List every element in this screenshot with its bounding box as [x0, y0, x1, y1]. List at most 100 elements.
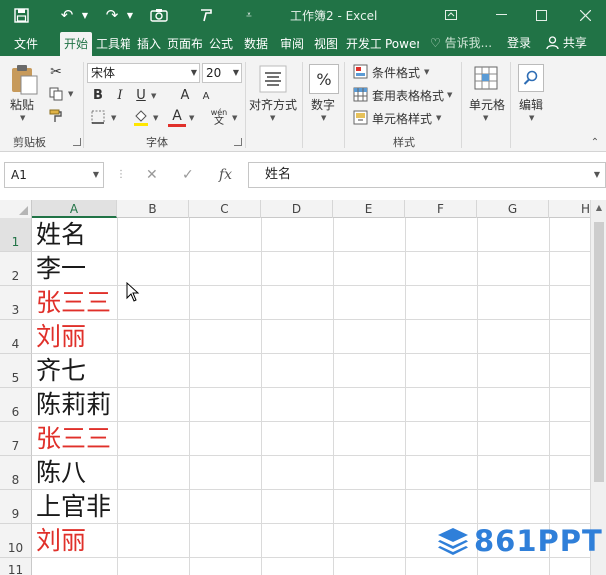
scrollbar-thumb[interactable]: [594, 222, 604, 482]
underline-dropdown-icon[interactable]: ▼: [151, 92, 156, 100]
redo-dropdown-icon[interactable]: ▼: [124, 0, 136, 30]
format-painter-icon[interactable]: [47, 108, 65, 124]
worksheet-grid[interactable]: A B C D E F G H 1 2 3 4 5 6 7 8 9 10 11 …: [0, 200, 606, 575]
tab-file[interactable]: 文件: [6, 32, 46, 56]
grow-font-icon[interactable]: A: [178, 87, 192, 103]
login-button[interactable]: 登录: [507, 32, 531, 54]
column-header-d[interactable]: D: [261, 200, 333, 218]
underline-icon[interactable]: U: [134, 87, 148, 103]
font-size-dropdown-icon[interactable]: ▼: [233, 64, 239, 82]
formula-bar-grip-icon[interactable]: ⋮: [116, 162, 126, 188]
font-color-icon[interactable]: A: [168, 107, 186, 127]
tell-me-search[interactable]: ♡ 告诉我...: [430, 32, 492, 54]
cell-a7[interactable]: 张三三: [36, 422, 111, 456]
collapse-ribbon-icon[interactable]: ⌃: [588, 136, 602, 148]
scroll-up-icon[interactable]: ▲: [591, 203, 606, 212]
share-button[interactable]: 共享: [546, 32, 587, 54]
formula-input[interactable]: 姓名 ▼: [248, 162, 606, 188]
fill-color-dropdown-icon[interactable]: ▼: [153, 114, 158, 122]
format-painter-quick-icon[interactable]: [194, 0, 218, 30]
cell-a5[interactable]: 齐七: [36, 354, 86, 388]
font-launcher-icon[interactable]: [234, 138, 242, 146]
border-dropdown-icon[interactable]: ▼: [111, 114, 116, 122]
maximize-icon[interactable]: [526, 0, 556, 30]
editing-label[interactable]: 编辑: [519, 96, 543, 113]
cells-icon[interactable]: [472, 64, 500, 92]
camera-icon[interactable]: [146, 0, 172, 30]
conditional-format-icon[interactable]: [352, 63, 368, 79]
conditional-format-dropdown-icon[interactable]: ▼: [424, 68, 429, 76]
cell-a9[interactable]: 上官非: [36, 490, 111, 524]
paste-icon[interactable]: [8, 64, 40, 96]
row-header[interactable]: 4: [0, 320, 32, 354]
save-icon[interactable]: [8, 0, 34, 30]
format-as-table-dropdown-icon[interactable]: ▼: [447, 91, 452, 99]
format-as-table-icon[interactable]: [352, 86, 368, 102]
border-icon[interactable]: [90, 109, 106, 125]
number-format-icon[interactable]: %: [309, 64, 339, 94]
row-header[interactable]: 3: [0, 286, 32, 320]
font-name-combo[interactable]: 宋体 ▼: [87, 63, 200, 83]
row-header[interactable]: 8: [0, 456, 32, 490]
tab-toolbox[interactable]: 工具箱: [96, 32, 130, 56]
format-as-table-label[interactable]: 套用表格格式: [372, 87, 444, 104]
tab-data[interactable]: 数据: [241, 32, 271, 56]
cell-a10[interactable]: 刘丽: [36, 524, 86, 558]
customize-qat-icon[interactable]: ⩡: [240, 0, 258, 30]
cell-a6[interactable]: 陈莉莉: [36, 388, 111, 422]
cell-a1[interactable]: 姓名: [36, 218, 86, 252]
fill-color-icon[interactable]: [132, 108, 150, 126]
column-header-f[interactable]: F: [405, 200, 477, 218]
cells-dropdown-icon[interactable]: ▼: [483, 114, 488, 122]
tab-home[interactable]: 开始: [60, 32, 92, 56]
column-header-a[interactable]: A: [32, 200, 117, 218]
row-header[interactable]: 5: [0, 354, 32, 388]
row-header[interactable]: 2: [0, 252, 32, 286]
confirm-entry-icon[interactable]: ✓: [182, 162, 194, 188]
editing-search-icon[interactable]: [518, 64, 544, 92]
italic-icon[interactable]: I: [113, 87, 127, 103]
ribbon-display-icon[interactable]: [436, 0, 466, 30]
row-header[interactable]: 6: [0, 388, 32, 422]
copy-icon[interactable]: [47, 86, 65, 102]
cell-styles-label[interactable]: 单元格样式: [372, 110, 432, 127]
cell-styles-dropdown-icon[interactable]: ▼: [436, 114, 441, 122]
alignment-label[interactable]: 对齐方式: [249, 96, 297, 113]
cancel-entry-icon[interactable]: ✕: [146, 162, 158, 188]
column-header-c[interactable]: C: [189, 200, 261, 218]
minimize-icon[interactable]: [486, 0, 516, 30]
shrink-font-icon[interactable]: A: [200, 89, 212, 103]
tab-insert[interactable]: 插入: [134, 32, 164, 56]
cell-a2[interactable]: 李一: [36, 252, 86, 286]
column-header-b[interactable]: B: [117, 200, 189, 218]
copy-dropdown-icon[interactable]: ▼: [68, 90, 73, 98]
font-size-combo[interactable]: 20 ▼: [202, 63, 242, 83]
tab-page-layout[interactable]: 页面布局: [167, 32, 202, 56]
cell-a3[interactable]: 张三三: [36, 286, 111, 320]
expand-formula-icon[interactable]: ▼: [594, 163, 600, 187]
vertical-scrollbar[interactable]: ▲: [590, 200, 606, 575]
bold-icon[interactable]: B: [91, 87, 105, 103]
cells-label[interactable]: 单元格: [469, 96, 505, 113]
column-header-g[interactable]: G: [477, 200, 549, 218]
undo-dropdown-icon[interactable]: ▼: [79, 0, 91, 30]
row-header[interactable]: 11: [0, 558, 32, 575]
cell-styles-icon[interactable]: [352, 109, 368, 125]
tab-power[interactable]: Power: [385, 32, 419, 56]
conditional-format-label[interactable]: 条件格式: [372, 64, 420, 81]
editing-dropdown-icon[interactable]: ▼: [529, 114, 534, 122]
phonetic-dropdown-icon[interactable]: ▼: [232, 114, 237, 122]
paste-dropdown-icon[interactable]: ▼: [20, 114, 25, 122]
font-name-dropdown-icon[interactable]: ▼: [191, 64, 197, 82]
name-box-dropdown-icon[interactable]: ▼: [93, 163, 99, 187]
insert-function-icon[interactable]: fx: [219, 162, 232, 188]
alignment-dropdown-icon[interactable]: ▼: [270, 114, 275, 122]
row-header[interactable]: 7: [0, 422, 32, 456]
tab-developer[interactable]: 开发工具: [346, 32, 381, 56]
cell-a4[interactable]: 刘丽: [36, 320, 86, 354]
row-header[interactable]: 1: [0, 218, 32, 252]
close-icon[interactable]: [570, 0, 600, 30]
tab-review[interactable]: 审阅: [277, 32, 307, 56]
cut-icon[interactable]: ✂: [47, 64, 65, 80]
font-color-dropdown-icon[interactable]: ▼: [189, 114, 194, 122]
